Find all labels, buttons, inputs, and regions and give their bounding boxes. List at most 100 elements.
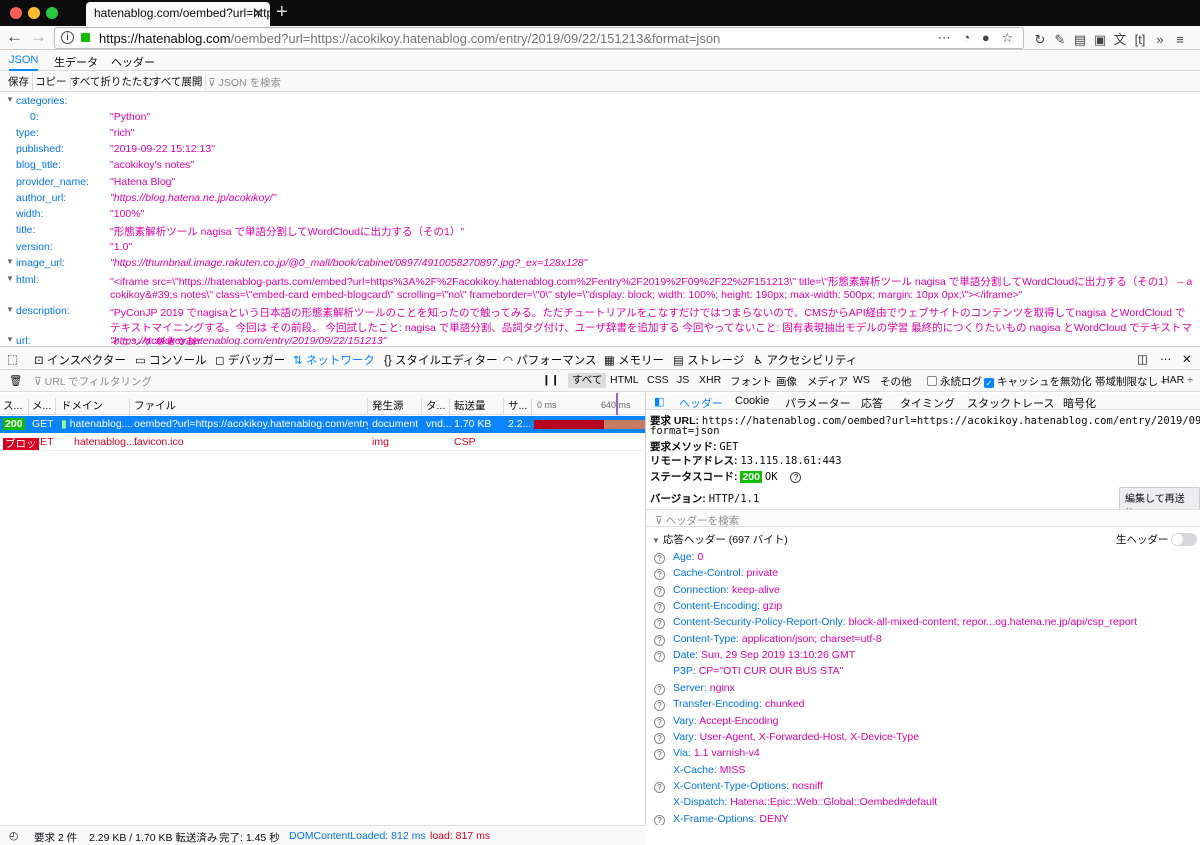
filter-other[interactable]: その他 xyxy=(880,374,912,389)
help-icon[interactable]: ? xyxy=(654,781,665,793)
performance-icon[interactable]: ◴ xyxy=(9,830,18,842)
header-filter-input[interactable]: ⊽ ヘッダーを検索 xyxy=(655,513,739,528)
trash-icon[interactable]: 🗑 xyxy=(9,374,22,387)
menu-icon[interactable]: ≡ xyxy=(1170,32,1190,47)
expand-toggle-icon[interactable]: ◧ xyxy=(654,395,664,408)
copy-button[interactable]: コピー xyxy=(32,73,71,90)
request-row[interactable]: ブロッ GET hatenablog.... favicon.ico img C… xyxy=(0,434,645,451)
response-header-row[interactable]: ? Connection: keep-alive xyxy=(654,584,1199,597)
tab-json[interactable]: JSON xyxy=(9,54,39,71)
overflow-icon[interactable]: » xyxy=(1150,32,1170,47)
raw-headers-toggle[interactable]: 生ヘッダー xyxy=(1116,532,1198,547)
col-cause[interactable]: 発生源 xyxy=(372,398,422,414)
text-icon[interactable]: [t] xyxy=(1130,32,1150,47)
tab-cookie[interactable]: Cookie xyxy=(735,395,769,407)
col-status[interactable]: ス... xyxy=(3,398,29,414)
help-icon[interactable]: ? xyxy=(654,749,665,761)
filter-ws[interactable]: WS xyxy=(853,374,870,386)
forward-icon[interactable]: → xyxy=(30,28,47,46)
element-picker-icon[interactable]: ⬚ xyxy=(7,352,18,366)
tab-accessibility[interactable]: ♿ アクセシビリティ xyxy=(753,352,857,368)
lock-icon[interactable] xyxy=(81,33,90,42)
filter-html[interactable]: HTML xyxy=(610,374,639,386)
new-tab-button[interactable]: + xyxy=(276,1,288,24)
col-size[interactable]: サ... xyxy=(508,398,532,414)
throttle-select[interactable]: 帯域制限なし ÷ xyxy=(1095,374,1167,389)
tab-security[interactable]: 暗号化 xyxy=(1063,395,1096,411)
dock-side-icon[interactable]: ◫ xyxy=(1137,352,1148,366)
tab-raw-data[interactable]: 生データ xyxy=(54,54,98,70)
expand-twisty-icon[interactable]: ▼ xyxy=(6,274,14,283)
disable-cache-checkbox[interactable]: ✓ キャッシュを無効化 xyxy=(984,374,1092,389)
reload-icon[interactable]: ↻ xyxy=(1030,32,1050,48)
response-header-row[interactable]: ? Content-Encoding: gzip xyxy=(654,600,1199,614)
tab-headers[interactable]: ヘッダー xyxy=(679,395,723,411)
tab-timings[interactable]: タイミング xyxy=(900,395,955,411)
har-menu[interactable]: HAR ÷ xyxy=(1162,374,1193,386)
help-icon[interactable]: ? xyxy=(654,618,665,630)
persist-log-checkbox[interactable]: 永続ログ xyxy=(927,374,982,389)
response-header-row[interactable]: ? Server: nginx xyxy=(654,682,1199,695)
help-icon[interactable]: ? xyxy=(654,553,665,564)
site-info-icon[interactable]: i xyxy=(61,31,74,44)
window-zoom-button[interactable] xyxy=(46,7,58,19)
help-icon[interactable]: ? xyxy=(654,683,665,695)
window-close-button[interactable] xyxy=(10,7,22,19)
filter-js[interactable]: JS xyxy=(677,374,689,386)
help-icon[interactable]: ? xyxy=(654,700,665,712)
filter-xhr[interactable]: XHR xyxy=(699,374,721,386)
col-type[interactable]: タ... xyxy=(426,398,450,414)
request-row[interactable]: 200 GET ▮ hatenablog.... oembed?url=http… xyxy=(0,416,645,433)
tab-close-icon[interactable]: ✕ xyxy=(252,5,264,22)
response-header-row[interactable]: ? Transfer-Encoding: chunked xyxy=(654,698,1199,712)
notes-icon[interactable]: ▣ xyxy=(1090,32,1110,48)
help-icon[interactable]: ? xyxy=(654,634,665,646)
help-icon[interactable]: ? xyxy=(654,814,665,825)
tab-headers[interactable]: ヘッダー xyxy=(111,54,155,70)
help-icon[interactable]: ? xyxy=(654,732,665,744)
response-header-row[interactable]: ? X-Content-Type-Options: nosniff xyxy=(654,780,1199,793)
response-header-row[interactable]: X-Dispatch: Hatena::Epic::Web::Global::O… xyxy=(654,796,1199,808)
url-bar-actions[interactable]: ⋯ ◔ ● ☆ xyxy=(938,30,1017,46)
filter-media[interactable]: メディア xyxy=(807,374,848,389)
col-transferred[interactable]: 転送量 xyxy=(454,398,504,414)
expand-twisty-icon[interactable]: ▼ xyxy=(6,95,14,104)
filter-images[interactable]: 画像 xyxy=(776,374,797,389)
response-header-row[interactable]: ? X-Frame-Options: DENY xyxy=(654,813,1199,825)
response-header-row[interactable]: ? Cache-Control: private xyxy=(654,567,1199,581)
help-icon[interactable]: ? xyxy=(790,472,802,483)
tab-params[interactable]: パラメーター xyxy=(785,395,851,411)
tab-storage[interactable]: ▤ ストレージ xyxy=(673,352,744,368)
url-bar[interactable]: i https://hatenablog.com/oembed?url=http… xyxy=(54,27,1024,49)
browser-tab[interactable]: hatenablog.com/oembed?url=https:/ ✕ xyxy=(86,2,270,26)
expand-twisty-icon[interactable]: ▼ xyxy=(6,257,14,266)
response-header-row[interactable]: P3P: CP="OTI CUR OUR BUS STA" xyxy=(654,665,1199,677)
help-icon[interactable]: ? xyxy=(654,716,665,728)
response-header-row[interactable]: X-Cache: MISS xyxy=(654,764,1199,776)
col-domain[interactable]: ドメイン xyxy=(61,398,130,414)
expand-twisty-icon[interactable]: ▼ xyxy=(6,305,14,314)
tab-performance[interactable]: ◠ パフォーマンス xyxy=(503,352,597,368)
tab-console[interactable]: ▭ コンソール xyxy=(135,352,207,368)
help-icon[interactable]: ? xyxy=(654,602,665,614)
tab-style-editor[interactable]: {} スタイルエディター xyxy=(384,352,498,368)
col-file[interactable]: ファイル xyxy=(134,398,368,414)
filter-fonts[interactable]: フォント xyxy=(730,374,772,389)
filter-all[interactable]: すべて xyxy=(568,373,607,388)
response-header-row[interactable]: ? Date: Sun, 29 Sep 2019 13:10:26 GMT xyxy=(654,649,1199,663)
back-icon[interactable]: ← xyxy=(6,28,23,46)
expand-all-button[interactable]: すべて展開 xyxy=(148,73,207,90)
response-header-row[interactable]: ? Vary: Accept-Encoding xyxy=(654,715,1199,728)
response-header-row[interactable]: ? Content-Security-Policy-Report-Only: bl… xyxy=(654,616,1199,630)
pause-icon[interactable]: ❙❙ xyxy=(542,374,560,386)
col-method[interactable]: メ... xyxy=(32,398,56,414)
tab-network[interactable]: ⇅ ネットワーク xyxy=(293,352,375,374)
window-minimize-button[interactable] xyxy=(28,7,40,19)
json-filter-input[interactable]: ⊽ JSON を検索 xyxy=(208,75,281,90)
translate-icon[interactable]: 文 xyxy=(1110,29,1130,48)
response-header-row[interactable]: ? Age: 0 xyxy=(654,551,1199,564)
tab-stack-trace[interactable]: スタックトレース xyxy=(967,395,1054,411)
collapse-all-button[interactable]: すべて折りたたむ xyxy=(67,73,157,90)
save-button[interactable]: 保存 xyxy=(5,73,33,90)
response-header-row[interactable]: ? Vary: User-Agent, X-Forwarded-Host, X-D… xyxy=(654,731,1199,744)
